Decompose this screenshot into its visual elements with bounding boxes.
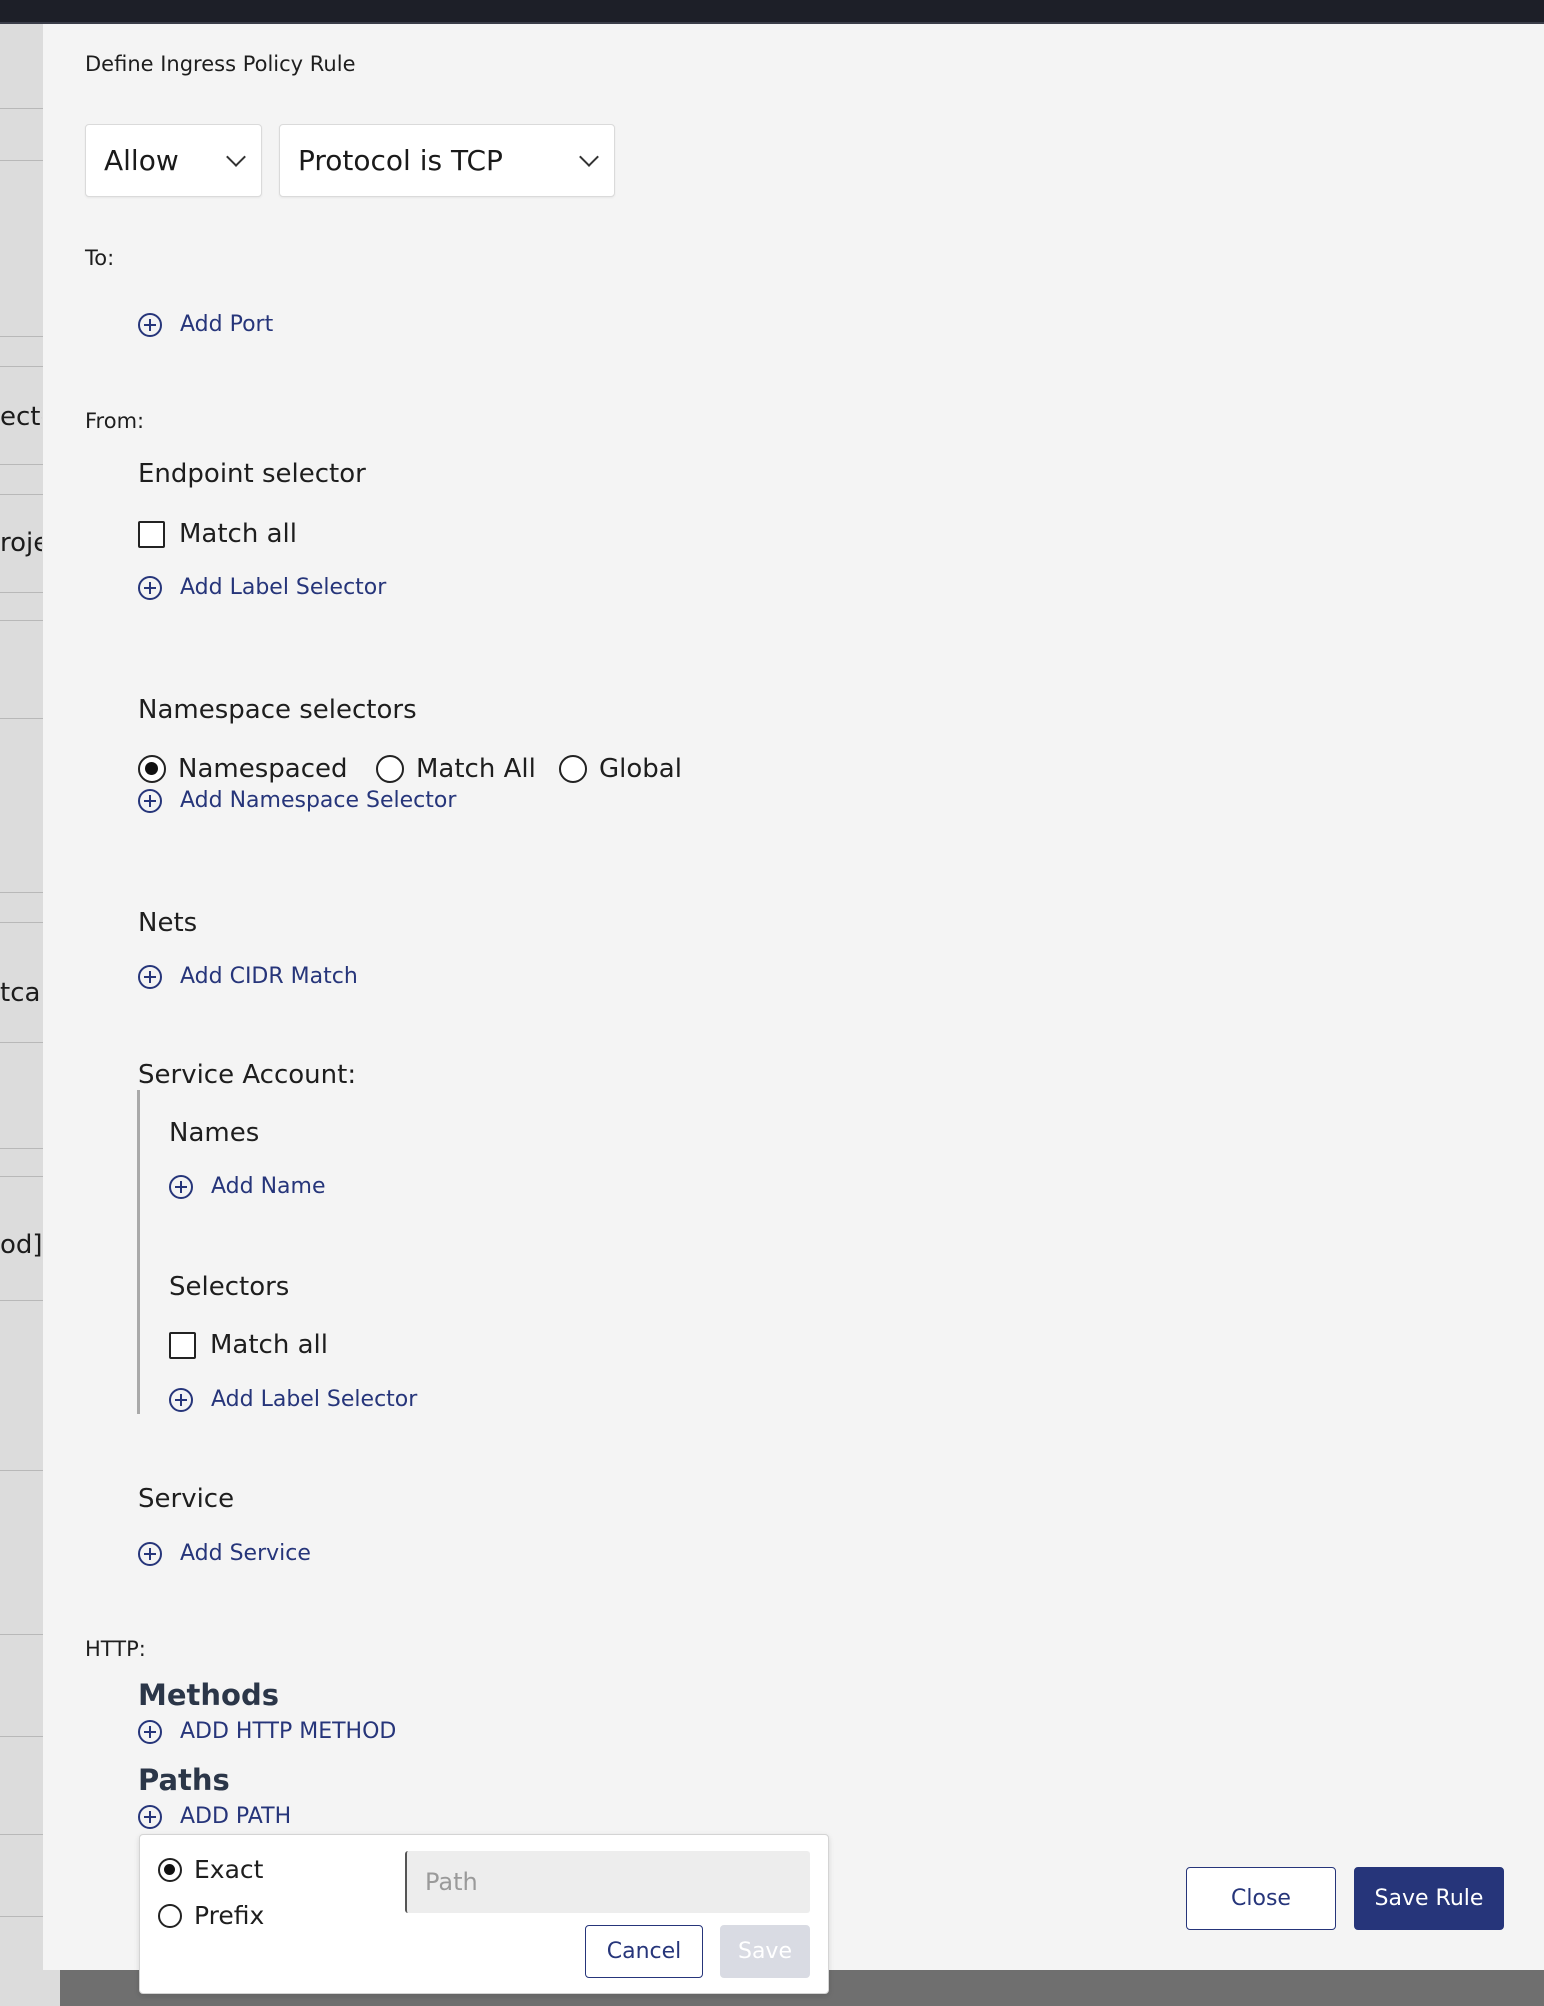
radio-button[interactable] [376,755,404,783]
radio-button[interactable] [559,755,587,783]
selectors-match-all-checkbox[interactable]: Match all [169,1330,328,1360]
add-sa-label-selector-label: Add Label Selector [211,1387,418,1412]
background-text: ecto [0,402,42,432]
radio-match-all-label: Match All [416,754,536,784]
action-select-value: Allow [104,144,179,177]
save-rule-button[interactable]: Save Rule [1354,1867,1504,1930]
add-label-selector-button[interactable]: Add Label Selector [138,575,386,600]
add-namespace-selector-button[interactable]: Add Namespace Selector [138,788,456,813]
radio-exact[interactable]: Exact [158,1855,263,1884]
radio-prefix-label: Prefix [194,1901,265,1930]
plus-circle-icon [169,1174,193,1199]
names-title: Names [169,1118,260,1148]
service-title: Service [138,1484,235,1514]
chevron-down-icon [579,146,599,167]
radio-button[interactable] [158,1903,182,1928]
paths-title: Paths [138,1763,230,1797]
add-path-label: ADD PATH [180,1804,292,1829]
add-service-button[interactable]: Add Service [138,1541,311,1566]
protocol-select[interactable]: Protocol is TCP [279,124,615,197]
service-account-title: Service Account: [138,1060,357,1090]
background-text: rojec [0,528,42,558]
plus-circle-icon [169,1387,193,1412]
add-label-selector-label: Add Label Selector [180,575,387,600]
plus-circle-icon [138,788,162,813]
to-label: To: [85,246,115,270]
action-select[interactable]: Allow [85,124,262,197]
radio-namespaced-label: Namespaced [178,754,348,784]
chevron-down-icon [226,146,246,167]
add-service-label: Add Service [180,1541,311,1566]
add-cidr-match-button[interactable]: Add CIDR Match [138,964,358,989]
radio-button-selected[interactable] [158,1857,182,1882]
plus-circle-icon [138,1541,162,1566]
add-name-label: Add Name [211,1174,326,1199]
path-input[interactable] [405,1851,810,1913]
radio-namespaced[interactable]: Namespaced [138,754,347,784]
plus-circle-icon [138,312,162,337]
radio-match-all[interactable]: Match All [376,754,536,784]
methods-title: Methods [138,1678,279,1712]
add-sa-label-selector-button[interactable]: Add Label Selector [169,1387,417,1412]
plus-circle-icon [138,575,162,600]
selectors-match-all-label: Match all [210,1330,328,1360]
add-http-method-button[interactable]: ADD HTTP METHOD [138,1719,396,1744]
add-name-button[interactable]: Add Name [169,1174,326,1199]
namespace-selectors-title: Namespace selectors [138,695,417,725]
checkbox[interactable] [138,520,165,548]
top-bar [0,0,1544,24]
radio-prefix[interactable]: Prefix [158,1901,264,1930]
add-http-method-label: ADD HTTP METHOD [180,1719,397,1744]
ingress-rule-modal: Define Ingress Policy Rule Allow Protoco… [43,24,1544,1970]
endpoint-match-all-label: Match all [179,519,297,549]
background-text: od]] [0,1230,42,1260]
plus-circle-icon [138,964,162,989]
selectors-title: Selectors [169,1272,290,1302]
plus-circle-icon [138,1804,162,1829]
radio-global[interactable]: Global [559,754,682,784]
radio-button-selected[interactable] [138,755,166,783]
add-namespace-selector-label: Add Namespace Selector [180,788,457,813]
radio-exact-label: Exact [194,1855,264,1884]
radio-global-label: Global [599,754,682,784]
add-port-button[interactable]: Add Port [138,312,273,337]
add-path-popover: Exact Prefix Cancel Save [139,1834,829,1994]
service-account-divider [137,1090,140,1414]
cancel-button[interactable]: Cancel [585,1925,703,1978]
nets-title: Nets [138,908,198,938]
save-button[interactable]: Save [720,1925,810,1978]
protocol-select-value: Protocol is TCP [298,144,503,177]
add-port-label: Add Port [180,312,274,337]
add-path-button[interactable]: ADD PATH [138,1804,291,1829]
endpoint-selector-title: Endpoint selector [138,459,366,489]
modal-title: Define Ingress Policy Rule [85,52,356,76]
add-cidr-match-label: Add CIDR Match [180,964,358,989]
http-label: HTTP: [85,1637,146,1661]
from-label: From: [85,409,145,433]
background-text: tcal [0,978,42,1008]
close-button[interactable]: Close [1186,1867,1336,1930]
endpoint-match-all-checkbox[interactable]: Match all [138,519,297,549]
checkbox[interactable] [169,1331,196,1359]
plus-circle-icon [138,1719,162,1744]
